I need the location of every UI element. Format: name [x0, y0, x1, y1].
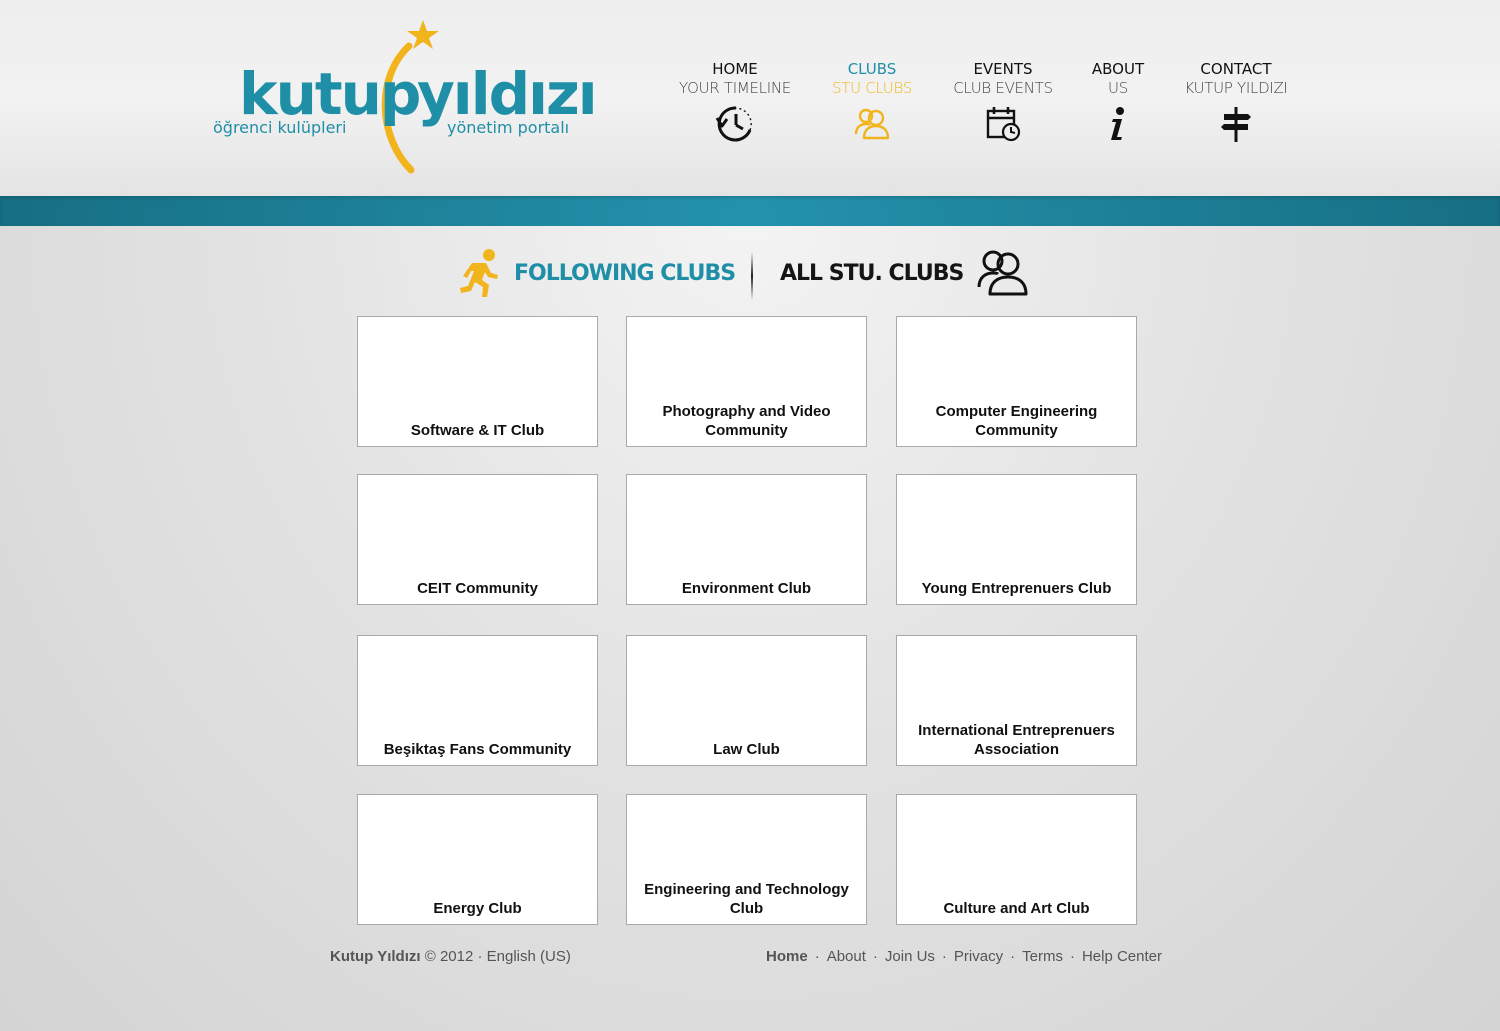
footer-link-privacy[interactable]: Privacy: [954, 948, 1003, 965]
footer-copyright: Kutup Yıldızı © 2012 · English (US): [330, 948, 571, 965]
club-card[interactable]: Environment Club: [626, 474, 867, 605]
club-card-name: Computer Engineering Community: [935, 403, 1098, 439]
footer-links: Home · About · Join Us · Privacy · Terms · Help Ce…: [766, 948, 1162, 965]
club-card-name: Photography and Video Community: [662, 403, 831, 439]
site-logo[interactable]: kutup yıldızı öğrenci kulüpleri yönetim …: [205, 18, 598, 178]
nav-events[interactable]: EVENTS CLUB EVENTS: [946, 60, 1060, 144]
calendar-icon: [986, 107, 1021, 142]
club-card[interactable]: Young Entreprenuers Club: [896, 474, 1137, 605]
club-card[interactable]: Computer Engineering Community: [896, 316, 1137, 447]
club-card[interactable]: Photography and Video Community: [626, 316, 867, 447]
nav-about-title: ABOUT: [1091, 60, 1145, 78]
footer-separator: ·: [814, 948, 820, 965]
club-card-name: CEIT Community: [417, 580, 538, 597]
footer-copyright-text: © 2012 · English (US): [424, 948, 571, 965]
footer-separator: ·: [941, 948, 947, 965]
info-icon: [1111, 107, 1124, 140]
footer-link-about[interactable]: About: [827, 948, 866, 965]
nav-contact-subtitle: KUTUP YILDIZI: [1184, 79, 1288, 97]
nav-clubs-title: CLUBS: [847, 60, 897, 78]
footer-separator: ·: [872, 948, 878, 965]
footer-link-home[interactable]: Home: [766, 948, 808, 965]
nav-home-title: HOME: [712, 60, 758, 78]
club-card[interactable]: Engineering and Technology Club: [626, 794, 867, 925]
club-card[interactable]: International Entreprenuers Association: [896, 635, 1137, 766]
accent-band: [0, 196, 1500, 226]
tab-following-clubs[interactable]: FOLLOWING CLUBS: [458, 246, 736, 300]
club-card[interactable]: Culture and Art Club: [896, 794, 1137, 925]
logo-tagline-right: yönetim portalı: [447, 118, 570, 137]
club-card[interactable]: Law Club: [626, 635, 867, 766]
club-card-name: Engineering and Technology Club: [644, 881, 849, 917]
club-card-name: Energy Club: [433, 900, 522, 917]
tab-all-label: ALL STU. CLUBS: [780, 260, 964, 286]
nav-home-subtitle: YOUR TIMELINE: [679, 79, 791, 97]
people-icon: [977, 250, 1028, 296]
logo-tagline-left: öğrenci kulüpleri: [213, 118, 347, 137]
nav-about-subtitle: US: [1108, 79, 1128, 97]
nav-contact[interactable]: CONTACT KUTUP YILDIZI: [1180, 60, 1292, 144]
club-card[interactable]: Software & IT Club: [357, 316, 598, 447]
nav-contact-title: CONTACT: [1200, 60, 1272, 78]
signpost-icon: [1221, 107, 1251, 142]
footer-brand: Kutup Yıldızı: [330, 948, 421, 965]
club-card-name: Environment Club: [681, 580, 812, 597]
nav-clubs[interactable]: CLUBS STU CLUBS: [826, 60, 918, 144]
club-card-name: International Entreprenuers Association: [918, 722, 1115, 758]
tab-following-label: FOLLOWING CLUBS: [514, 260, 736, 286]
nav-events-title: EVENTS: [973, 60, 1033, 78]
clock-icon: [715, 106, 752, 142]
footer-link-help-center[interactable]: Help Center: [1082, 948, 1162, 965]
club-card-name: Law Club: [713, 741, 780, 758]
footer-link-join-us[interactable]: Join Us: [885, 948, 935, 965]
club-card-name: Young Entreprenuers Club: [921, 580, 1112, 597]
footer-separator: ·: [1069, 948, 1075, 965]
runner-icon: [460, 249, 498, 297]
tab-divider: [751, 252, 753, 300]
nav-home[interactable]: HOME YOUR TIMELINE: [676, 60, 794, 144]
people-icon: [854, 108, 890, 140]
club-card-name: Culture and Art Club: [943, 900, 1090, 917]
nav-clubs-subtitle: STU CLUBS: [832, 79, 912, 97]
club-card-name: Software & IT Club: [410, 422, 545, 439]
nav-events-subtitle: CLUB EVENTS: [953, 79, 1053, 97]
club-card[interactable]: Energy Club: [357, 794, 598, 925]
nav-about[interactable]: ABOUT US: [1088, 60, 1148, 144]
club-card[interactable]: CEIT Community: [357, 474, 598, 605]
footer-link-terms[interactable]: Terms: [1022, 948, 1063, 965]
club-card-name: Beşiktaş Fans Community: [383, 741, 572, 758]
footer-separator: ·: [1010, 948, 1016, 965]
club-card[interactable]: Beşiktaş Fans Community: [357, 635, 598, 766]
tab-all-clubs[interactable]: ALL STU. CLUBS: [780, 246, 1031, 300]
